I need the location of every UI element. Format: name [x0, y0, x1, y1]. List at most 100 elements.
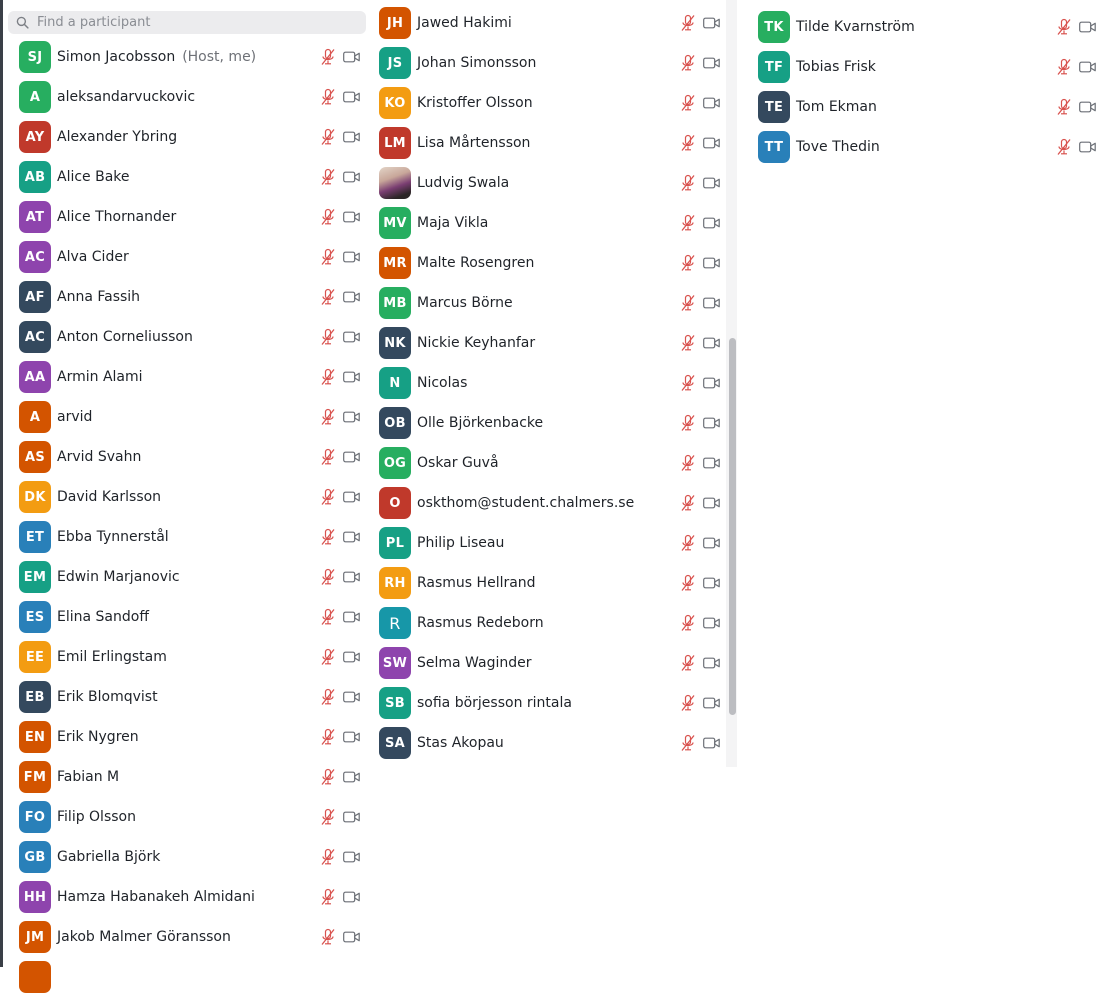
microphone-muted-icon[interactable] [320, 888, 336, 906]
video-camera-icon[interactable] [343, 251, 360, 263]
video-camera-icon[interactable] [703, 377, 720, 389]
microphone-muted-icon[interactable] [1056, 58, 1072, 76]
microphone-muted-icon[interactable] [320, 328, 336, 346]
participant-row[interactable]: AT Alice Thornander [10, 197, 366, 237]
microphone-muted-icon[interactable] [320, 208, 336, 226]
participant-row[interactable]: PL Philip Liseau [370, 523, 726, 563]
microphone-muted-icon[interactable] [680, 214, 696, 232]
microphone-muted-icon[interactable] [680, 654, 696, 672]
video-camera-icon[interactable] [703, 737, 720, 749]
video-camera-icon[interactable] [1079, 101, 1096, 113]
participant-row[interactable]: ET Ebba Tynnerstål [10, 517, 366, 557]
microphone-muted-icon[interactable] [680, 134, 696, 152]
video-camera-icon[interactable] [703, 457, 720, 469]
microphone-muted-icon[interactable] [680, 614, 696, 632]
participant-row[interactable]: RH Rasmus Hellrand [370, 563, 726, 603]
participant-row[interactable]: MR Malte Rosengren [370, 243, 726, 283]
video-camera-icon[interactable] [343, 411, 360, 423]
microphone-muted-icon[interactable] [320, 408, 336, 426]
participant-row[interactable]: R Rasmus Redeborn [370, 603, 726, 643]
video-camera-icon[interactable] [343, 291, 360, 303]
participant-row[interactable]: EE Emil Erlingstam [10, 637, 366, 677]
participant-row[interactable]: MV Maja Vikla [370, 203, 726, 243]
participant-row[interactable]: OG Oskar Guvå [370, 443, 726, 483]
microphone-muted-icon[interactable] [680, 174, 696, 192]
microphone-muted-icon[interactable] [680, 294, 696, 312]
participant-row[interactable]: GB Gabriella Björk [10, 837, 366, 877]
participant-row[interactable]: LM Lisa Mårtensson [370, 123, 726, 163]
microphone-muted-icon[interactable] [320, 568, 336, 586]
video-camera-icon[interactable] [343, 691, 360, 703]
participant-row[interactable]: TT Tove Thedin [749, 127, 1102, 167]
participant-row[interactable]: DK David Karlsson [10, 477, 366, 517]
participant-row[interactable]: SJ Simon Jacobsson (Host, me) [10, 37, 366, 77]
microphone-muted-icon[interactable] [680, 414, 696, 432]
video-camera-icon[interactable] [343, 451, 360, 463]
video-camera-icon[interactable] [343, 611, 360, 623]
participant-row[interactable]: AB Alice Bake [10, 157, 366, 197]
microphone-muted-icon[interactable] [680, 94, 696, 112]
participant-row[interactable]: JS Johan Simonsson [370, 43, 726, 83]
video-camera-icon[interactable] [343, 891, 360, 903]
participant-row[interactable]: TF Tobias Frisk [749, 47, 1102, 87]
microphone-muted-icon[interactable] [320, 608, 336, 626]
video-camera-icon[interactable] [343, 731, 360, 743]
microphone-muted-icon[interactable] [320, 488, 336, 506]
video-camera-icon[interactable] [343, 131, 360, 143]
video-camera-icon[interactable] [343, 531, 360, 543]
microphone-muted-icon[interactable] [320, 928, 336, 946]
video-camera-icon[interactable] [343, 651, 360, 663]
video-camera-icon[interactable] [343, 171, 360, 183]
video-camera-icon[interactable] [703, 17, 720, 29]
microphone-muted-icon[interactable] [320, 88, 336, 106]
participant-row[interactable]: TE Tom Ekman [749, 87, 1102, 127]
video-camera-icon[interactable] [343, 491, 360, 503]
participant-row[interactable]: N Nicolas [370, 363, 726, 403]
participant-row[interactable]: JM Jakob Malmer Göransson [10, 917, 366, 957]
microphone-muted-icon[interactable] [320, 848, 336, 866]
scrollbar-thumb[interactable] [729, 338, 736, 715]
participant-row[interactable]: ES Elina Sandoff [10, 597, 366, 637]
video-camera-icon[interactable] [703, 697, 720, 709]
participant-row[interactable]: SB sofia börjesson rintala [370, 683, 726, 723]
microphone-muted-icon[interactable] [680, 54, 696, 72]
participant-row[interactable]: EM Edwin Marjanovic [10, 557, 366, 597]
video-camera-icon[interactable] [703, 617, 720, 629]
participant-row[interactable]: Ooskthom@student.chalmers.se [370, 483, 726, 523]
microphone-muted-icon[interactable] [320, 808, 336, 826]
video-camera-icon[interactable] [343, 811, 360, 823]
participant-row[interactable]: JH Jawed Hakimi [370, 3, 726, 43]
participant-row[interactable]: OB Olle Björkenbacke [370, 403, 726, 443]
microphone-muted-icon[interactable] [320, 448, 336, 466]
video-camera-icon[interactable] [1079, 21, 1096, 33]
participant-row[interactable]: AF Anna Fassih [10, 277, 366, 317]
participant-row[interactable]: AS Arvid Svahn [10, 437, 366, 477]
microphone-muted-icon[interactable] [320, 648, 336, 666]
microphone-muted-icon[interactable] [680, 254, 696, 272]
participant-row[interactable] [10, 957, 366, 997]
video-camera-icon[interactable] [343, 51, 360, 63]
video-camera-icon[interactable] [343, 371, 360, 383]
participant-row[interactable]: FO Filip Olsson [10, 797, 366, 837]
video-camera-icon[interactable] [1079, 141, 1096, 153]
video-camera-icon[interactable] [703, 417, 720, 429]
participant-row[interactable]: AC Anton Corneliusson [10, 317, 366, 357]
microphone-muted-icon[interactable] [320, 768, 336, 786]
participant-row[interactable]: AC Alva Cider [10, 237, 366, 277]
microphone-muted-icon[interactable] [320, 48, 336, 66]
participant-search[interactable] [8, 11, 366, 34]
video-camera-icon[interactable] [343, 851, 360, 863]
microphone-muted-icon[interactable] [320, 728, 336, 746]
microphone-muted-icon[interactable] [320, 528, 336, 546]
microphone-muted-icon[interactable] [320, 688, 336, 706]
microphone-muted-icon[interactable] [320, 128, 336, 146]
microphone-muted-icon[interactable] [680, 14, 696, 32]
video-camera-icon[interactable] [703, 657, 720, 669]
video-camera-icon[interactable] [343, 211, 360, 223]
microphone-muted-icon[interactable] [320, 368, 336, 386]
participant-row[interactable]: SW Selma Waginder [370, 643, 726, 683]
video-camera-icon[interactable] [343, 91, 360, 103]
participant-row[interactable]: SA Stas Akopau [370, 723, 726, 763]
video-camera-icon[interactable] [1079, 61, 1096, 73]
participant-row[interactable]: MB Marcus Börne [370, 283, 726, 323]
